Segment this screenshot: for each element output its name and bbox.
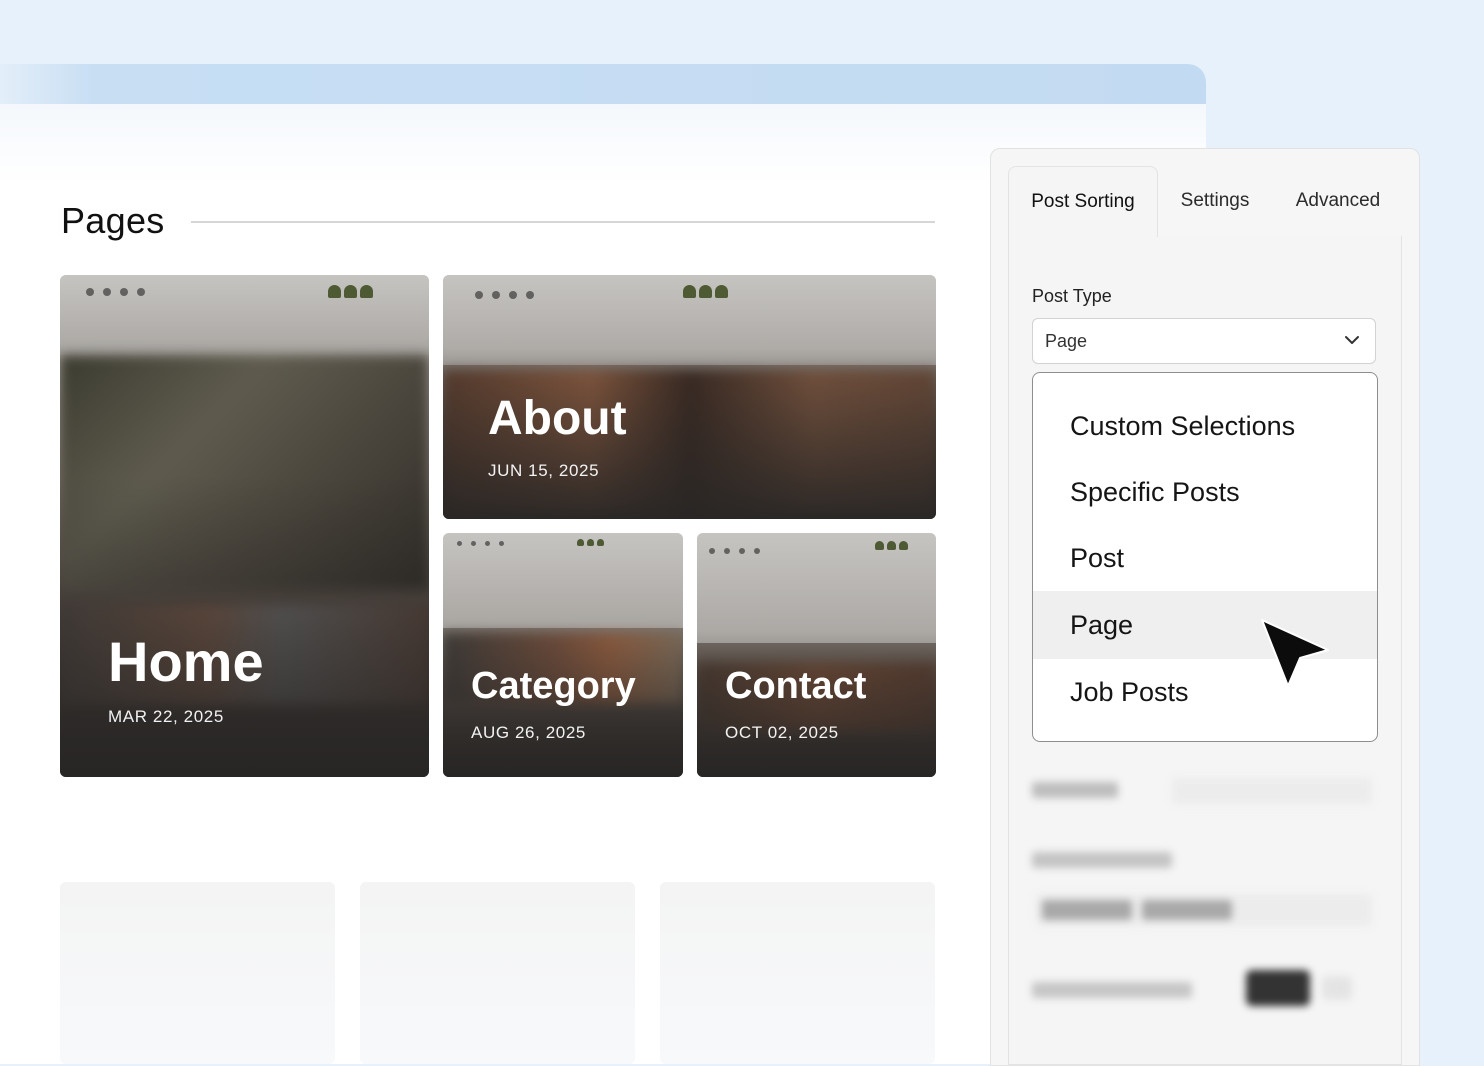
option-specific-posts[interactable]: Specific Posts: [1033, 459, 1377, 525]
card-date: MAR 22, 2025: [108, 707, 224, 726]
tab-advanced[interactable]: Advanced: [1278, 166, 1398, 236]
chevron-down-icon: [1345, 336, 1359, 344]
browser-toolbar: [0, 64, 1206, 104]
card-date: JUN 15, 2025: [488, 461, 600, 480]
social-icons: [457, 541, 504, 546]
page-card-category[interactable]: Category AUG 26, 2025: [443, 533, 683, 777]
card-title: About: [488, 392, 627, 445]
site-logo: [683, 285, 728, 298]
option-post[interactable]: Post: [1033, 525, 1377, 591]
title-divider: [191, 221, 935, 223]
site-logo: [577, 539, 604, 546]
toggle-row: [1032, 970, 1376, 1010]
card-title: Category: [471, 665, 636, 707]
cursor-arrow-icon: [1261, 619, 1329, 687]
social-icons: [709, 548, 760, 554]
page-card-home[interactable]: Home MAR 22, 2025: [60, 275, 429, 777]
post-type-label: Post Type: [1032, 286, 1112, 306]
card-date: OCT 02, 2025: [725, 723, 839, 742]
page-title: Pages: [61, 200, 165, 241]
site-logo: [328, 285, 373, 298]
post-type-select[interactable]: Page: [1032, 318, 1376, 364]
card-title: Home: [108, 630, 264, 693]
option-custom-selections[interactable]: Custom Selections: [1033, 393, 1377, 459]
card-date: AUG 26, 2025: [471, 723, 586, 742]
tab-settings[interactable]: Settings: [1162, 166, 1268, 236]
tab-post-sorting[interactable]: Post Sorting: [1008, 166, 1158, 237]
card-title: Contact: [725, 665, 867, 707]
placeholder-card: [660, 882, 935, 1064]
taxonomy-value-row: [1032, 850, 1376, 930]
placeholder-card: [60, 882, 335, 1064]
placeholder-card: [360, 882, 635, 1064]
social-icons: [475, 291, 534, 299]
social-icons: [86, 288, 145, 296]
page-card-contact[interactable]: Contact OCT 02, 2025: [697, 533, 936, 777]
page-card-about[interactable]: About JUN 15, 2025: [443, 275, 936, 519]
post-type-selected-value: Page: [1045, 331, 1088, 351]
site-logo: [875, 541, 908, 550]
taxonomy-row: [1032, 778, 1376, 804]
